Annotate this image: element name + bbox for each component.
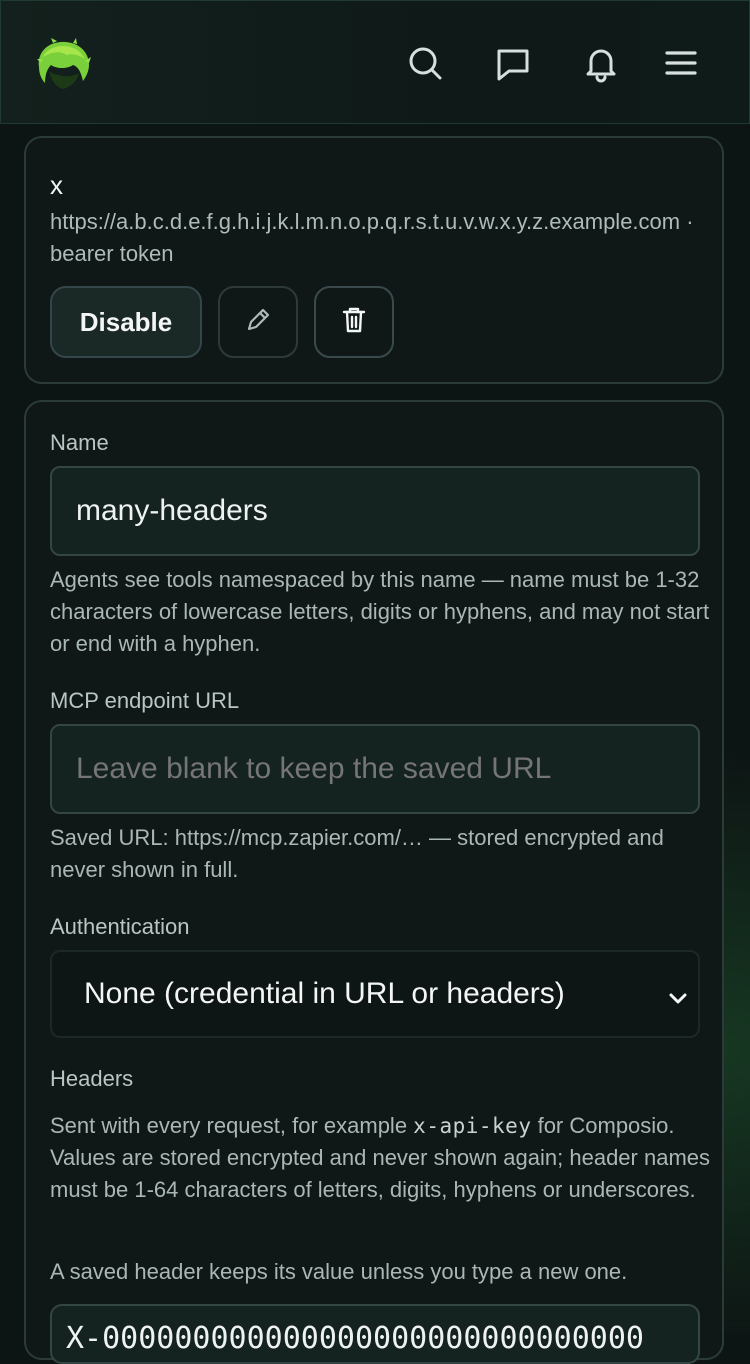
- pencil-icon: [243, 305, 273, 340]
- delete-button[interactable]: [314, 286, 394, 358]
- chevron-down-icon: [666, 984, 690, 1008]
- headers-help-text: Sent with every request, for example x-a…: [50, 1110, 710, 1206]
- app-logo[interactable]: [33, 37, 93, 91]
- headers-keep-note: A saved header keeps its value unless yo…: [50, 1259, 628, 1284]
- trash-icon: [340, 305, 368, 340]
- server-url-and-auth: https://a.b.c.d.e.f.g.h.i.j.k.l.m.n.o.p.…: [50, 209, 694, 266]
- name-label: Name: [50, 430, 109, 455]
- headers-label: Headers: [50, 1066, 134, 1091]
- name-help-text: Agents see tools namespaced by this name…: [50, 567, 710, 656]
- bell-icon[interactable]: [581, 43, 621, 83]
- authentication-label: Authentication: [50, 914, 190, 939]
- authentication-select[interactable]: None (credential in URL or headers): [50, 950, 700, 1038]
- search-icon[interactable]: [405, 43, 445, 83]
- url-help-text: Saved URL: https://mcp.zapier.com/… — st…: [50, 825, 664, 882]
- header-name-input[interactable]: X-000000000000000000000000000000: [50, 1304, 700, 1364]
- authentication-selected-value: None (credential in URL or headers): [84, 977, 565, 1010]
- chat-icon[interactable]: [493, 43, 533, 83]
- top-nav-bar: [0, 0, 750, 124]
- disable-button[interactable]: Disable: [50, 286, 202, 358]
- menu-icon[interactable]: [661, 43, 701, 83]
- mcp-endpoint-url-input[interactable]: [50, 724, 700, 814]
- headers-help-pre: Sent with every request, for example: [50, 1113, 414, 1138]
- url-label: MCP endpoint URL: [50, 688, 240, 713]
- edit-button[interactable]: [218, 286, 298, 358]
- server-name: x: [50, 170, 63, 200]
- name-input[interactable]: [50, 466, 700, 556]
- headers-help-code: x-api-key: [413, 1114, 532, 1138]
